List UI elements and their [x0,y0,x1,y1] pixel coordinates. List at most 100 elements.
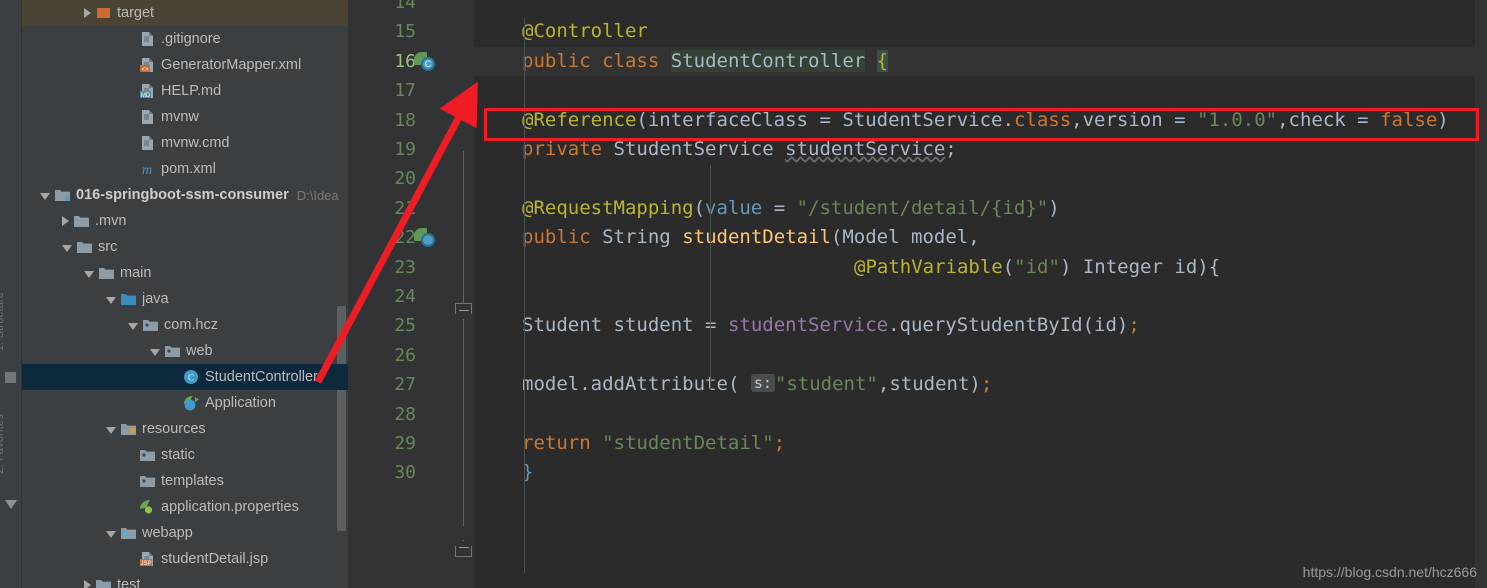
tree-item-studentcontroller[interactable]: C StudentController [22,364,348,390]
code-token: false [1380,108,1438,131]
code-token: StudentController [670,49,866,72]
spring-bean-method-icon[interactable] [414,227,436,249]
chevron-right-icon[interactable] [62,216,69,226]
line-number: 26 [394,344,416,366]
project-tool-window[interactable]: target .gitignore <> GeneratorMapper.xml MD H… [22,0,348,588]
line-number: 19 [394,139,416,160]
code-line-23[interactable]: @PathVariable("id") Integer id){ [854,253,1220,282]
code-token: "id" [1014,255,1060,278]
line-number: 17 [394,80,416,102]
package-icon [139,447,156,463]
folder-icon [76,239,93,255]
tree-item-label: HELP.md [161,83,222,99]
code-line-22[interactable]: public String studentDetail(Model model, [522,223,980,252]
chevron-right-icon[interactable] [84,580,91,588]
chevron-down-icon[interactable] [128,322,138,330]
jsp-file-icon: JSP [139,551,156,567]
tree-item-java[interactable]: java [22,286,348,312]
code-token: { [1208,255,1221,278]
tree-item-016-springboot-ssm-consumer[interactable]: 016-springboot-ssm-consumer D:\Idea [22,182,348,208]
code-token: id [1094,314,1117,337]
maven-file-icon: m [139,161,156,178]
code-line-15[interactable]: @Controller [522,17,648,46]
code-text-area[interactable]: 14 15 @Controller 16 Cpublic class StudentCo… [394,0,1487,588]
tree-item-static[interactable]: static [22,442,348,468]
chevron-down-icon[interactable] [150,348,160,356]
xml-file-icon: <> [139,57,156,73]
chevron-down-icon[interactable] [106,426,116,434]
tree-item-label: static [161,447,195,463]
chevron-down-icon[interactable] [62,244,72,252]
structure-tool-button[interactable]: 1: Structure [0,292,6,351]
tree-item-src[interactable]: src [22,234,348,260]
code-token: ( [1082,314,1095,337]
tree-item-main[interactable]: main [22,260,348,286]
tree-item-templates[interactable]: templates [22,468,348,494]
code-line-21[interactable]: @RequestMapping(value = "/student/detail… [522,194,1060,223]
tree-item-label: com.hcz [164,317,218,333]
md-file-icon: MD [139,83,156,99]
editor-pane[interactable]: 14 15 @Controller 16 Cpublic class StudentCo… [348,0,1487,588]
code-token: model [911,226,969,249]
svg-text:m: m [142,163,152,177]
tree-item-help-md[interactable]: MD HELP.md [22,78,348,104]
favorites-tool-button[interactable]: 2: Favorites [0,414,6,474]
svg-text:MD: MD [141,93,151,99]
code-token: s: [750,374,775,393]
fold-collapse-marker-top[interactable] [455,303,472,320]
line-number: 27 [394,374,416,396]
fold-collapse-marker-bottom[interactable] [455,540,472,557]
error-stripe-markers[interactable] [1475,0,1487,588]
chevron-right-icon[interactable] [84,8,91,18]
chevron-down-icon[interactable] [106,530,116,538]
code-token: ) [1048,196,1060,219]
code-token: ; [1128,314,1140,337]
tree-item--mvn[interactable]: .mvn [22,208,348,234]
tree-item-com-hcz[interactable]: com.hcz [22,312,348,338]
line-number: 22 [394,227,416,249]
tree-item-studentdetail-jsp[interactable]: JSP studentDetail.jsp [22,546,348,572]
tree-item-pom-xml[interactable]: m pom.xml [22,156,348,182]
code-token: @Reference [522,108,637,131]
code-token: version [1082,108,1163,131]
tree-item-web[interactable]: web [22,338,348,364]
tree-item-webapp[interactable]: webapp [22,520,348,546]
line-number: 24 [394,286,416,307]
code-line-18[interactable]: @Reference(interfaceClass = StudentServi… [522,106,1449,135]
tree-item--gitignore[interactable]: .gitignore [22,26,348,52]
java-class-icon: C [183,369,200,385]
code-token: @RequestMapping [522,196,694,219]
chevron-down-icon[interactable] [40,192,50,200]
watermark-text: https://blog.csdn.net/hcz666 [1302,564,1477,580]
svg-text:<>: <> [141,67,149,73]
package-icon [142,317,159,333]
chevron-down-icon[interactable] [106,296,116,304]
tree-item-generatormapper-xml[interactable]: <> GeneratorMapper.xml [22,52,348,78]
code-token: ; [773,432,786,454]
tree-item-test[interactable]: test [22,572,348,588]
code-line-16[interactable]: public class StudentController { [522,47,889,76]
code-token: student [613,314,694,337]
tree-item-mvnw-cmd[interactable]: mvnw.cmd [22,130,348,156]
tree-item-resources[interactable]: resources [22,416,348,442]
code-token: studentService [727,314,889,337]
spring-bean-class-icon[interactable]: C [414,51,436,73]
code-token: , [968,226,980,249]
tree-item-mvnw[interactable]: mvnw [22,104,348,130]
file-icon [139,135,156,151]
code-line-25[interactable]: Student student = studentService.querySt… [522,311,1140,340]
code-line-19[interactable]: private StudentService studentService; [522,135,957,164]
tree-item-label: mvnw [161,109,199,125]
chevron-down-icon[interactable] [84,270,94,278]
code-line-29[interactable]: return "studentDetail"; [522,429,785,458]
folder-excluded-icon [95,5,112,21]
tree-item-application[interactable]: Application [22,390,348,416]
package-icon [139,473,156,489]
code-line-27[interactable]: model.addAttribute( s: "student",student)… [522,370,992,399]
fold-gutter[interactable] [452,0,474,588]
code-token: id [1174,255,1198,278]
tree-item-target[interactable]: target [22,0,348,26]
tree-item-application-properties[interactable]: application.properties [22,494,348,520]
